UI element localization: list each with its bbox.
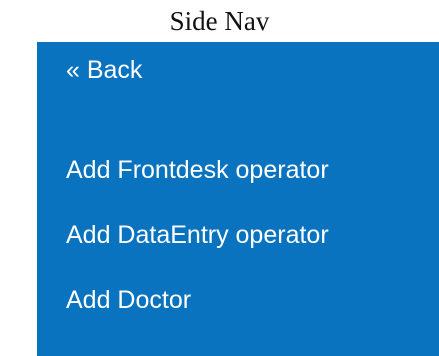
nav-item-add-dataentry-operator[interactable]: Add DataEntry operator [66, 220, 329, 250]
back-link[interactable]: « Back [66, 55, 142, 85]
nav-item-add-doctor[interactable]: Add Doctor [66, 285, 191, 315]
side-nav-caption: Side Nav [169, 5, 270, 36]
nav-item-add-frontdesk-operator[interactable]: Add Frontdesk operator [66, 155, 329, 185]
side-nav: « Back Add Frontdesk operator Add DataEn… [37, 42, 439, 356]
page: Side Nav « Back Add Frontdesk operator A… [0, 0, 439, 356]
